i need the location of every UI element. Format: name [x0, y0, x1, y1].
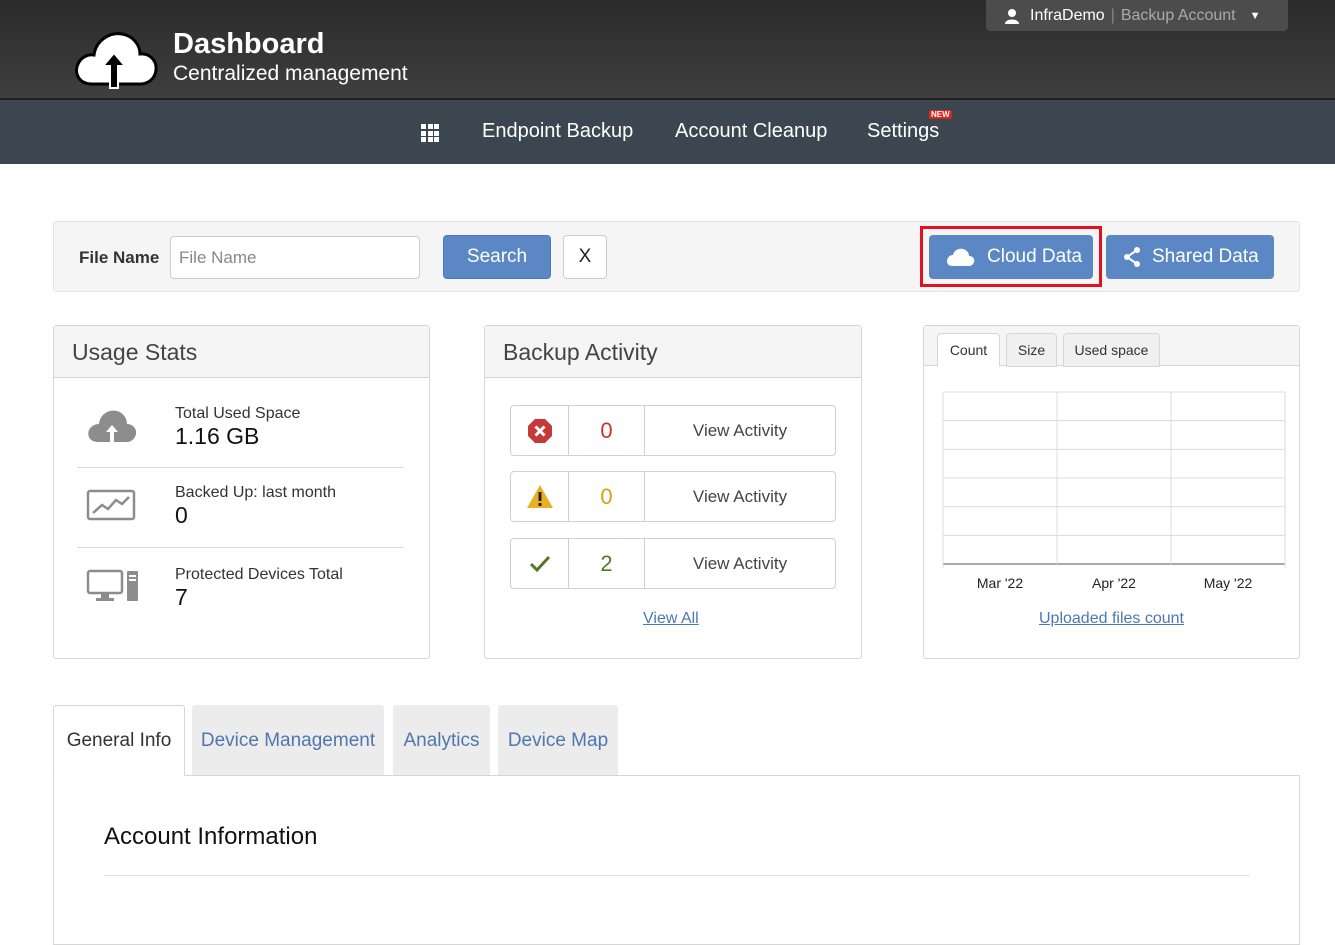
clear-search-button[interactable]: X — [563, 235, 607, 279]
view-all-link[interactable]: View All — [643, 610, 699, 628]
chart-tab-bar: Count Size Used space — [924, 326, 1299, 367]
checkmark-icon — [511, 539, 569, 588]
tab-general-info[interactable]: General Info — [53, 705, 185, 776]
file-name-input[interactable] — [170, 236, 420, 279]
tab-device-management[interactable]: Device Management — [192, 705, 384, 776]
main-navbar — [0, 100, 1335, 164]
caret-down-icon: ▼ — [1249, 9, 1261, 22]
shared-data-button[interactable]: Shared Data — [1106, 235, 1274, 279]
user-name: InfraDemo — [1030, 6, 1105, 24]
tab-device-map[interactable]: Device Map — [498, 705, 618, 776]
chart-tab-size[interactable]: Size — [1006, 333, 1057, 367]
user-separator: | — [1110, 6, 1115, 24]
stat-backed-up: Backed Up: last month 0 — [78, 468, 404, 548]
stat-value: 0 — [175, 502, 188, 528]
stat-value: 1.16 GB — [175, 423, 260, 449]
app-subtitle: Centralized management — [173, 62, 408, 85]
cloud-data-label: Cloud Data — [987, 246, 1083, 267]
chart-x-tick-label: Apr '22 — [1092, 575, 1136, 591]
app-title: Dashboard — [173, 28, 325, 60]
usage-stats-panel: Usage Stats Total Used Space 1.16 GB Bac… — [53, 325, 430, 659]
chart-tab-count[interactable]: Count — [937, 333, 1000, 367]
general-info-content — [53, 775, 1300, 945]
activity-row-error: 0 View Activity — [510, 405, 836, 456]
stat-label: Total Used Space — [175, 405, 301, 422]
stat-total-used-space: Total Used Space 1.16 GB — [78, 388, 404, 468]
nav-settings[interactable]: Settings — [867, 120, 939, 143]
cloud-upload-logo-icon — [75, 32, 158, 89]
error-icon — [511, 406, 569, 455]
search-button[interactable]: Search — [443, 235, 551, 279]
view-activity-link[interactable]: View Activity — [645, 472, 835, 521]
account-type: Backup Account — [1120, 6, 1236, 24]
section-divider — [104, 875, 1250, 876]
success-count: 2 — [569, 539, 645, 588]
user-icon — [1005, 8, 1019, 24]
backup-activity-title: Backup Activity — [485, 326, 861, 378]
tab-analytics[interactable]: Analytics — [393, 705, 490, 776]
stat-label: Protected Devices Total — [175, 566, 343, 583]
nav-account-cleanup[interactable]: Account Cleanup — [675, 120, 827, 143]
desktop-computer-icon — [86, 569, 138, 601]
view-activity-link[interactable]: View Activity — [645, 406, 835, 455]
chart-x-tick-label: May '22 — [1204, 575, 1253, 591]
cloud-data-button[interactable]: Cloud Data — [929, 235, 1093, 279]
cloud-upload-icon — [88, 410, 137, 442]
file-name-label: File Name — [79, 248, 160, 267]
user-account-menu[interactable]: InfraDemo | Backup Account ▼ — [986, 0, 1288, 31]
account-information-title: Account Information — [104, 823, 318, 850]
stat-value: 7 — [175, 584, 188, 610]
uploads-chart: Mar '22 Apr '22 May '22 — [942, 391, 1286, 591]
uploaded-files-count-link[interactable]: Uploaded files count — [924, 610, 1299, 628]
error-count: 0 — [569, 406, 645, 455]
view-activity-link[interactable]: View Activity — [645, 539, 835, 588]
cloud-icon — [947, 248, 975, 266]
stat-label: Backed Up: last month — [175, 484, 336, 501]
new-badge: NEW — [929, 110, 952, 119]
shared-data-label: Shared Data — [1152, 246, 1259, 267]
chart-tab-used-space[interactable]: Used space — [1063, 333, 1160, 367]
activity-row-success: 2 View Activity — [510, 538, 836, 589]
uploads-chart-panel: Count Size Used space Mar '22 Apr '22 May … — [923, 325, 1300, 659]
warning-count: 0 — [569, 472, 645, 521]
chart-monitor-icon — [86, 489, 136, 521]
warning-icon — [511, 472, 569, 521]
apps-grid-icon[interactable] — [421, 124, 439, 142]
usage-stats-title: Usage Stats — [54, 326, 429, 378]
stat-protected-devices: Protected Devices Total 7 — [78, 548, 404, 628]
share-icon — [1124, 247, 1140, 267]
activity-row-warning: 0 View Activity — [510, 471, 836, 522]
nav-endpoint-backup[interactable]: Endpoint Backup — [482, 120, 633, 143]
backup-activity-panel: Backup Activity 0 View Activity 0 View A… — [484, 325, 862, 659]
chart-x-tick-label: Mar '22 — [977, 575, 1023, 591]
